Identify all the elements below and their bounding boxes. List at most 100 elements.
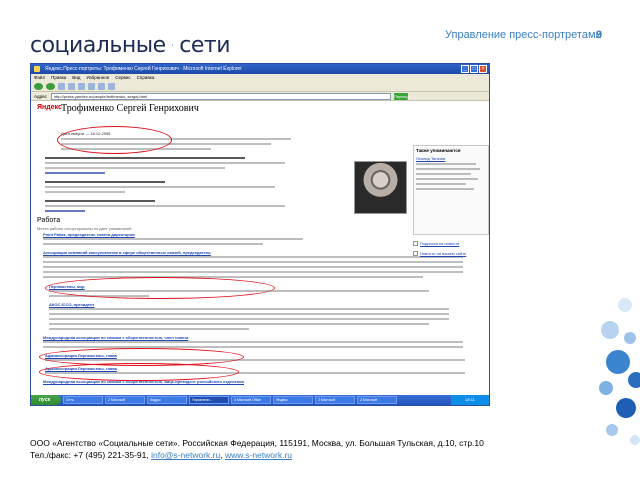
contact-footer: ООО «Агентство «Социальные сети». Россий… — [30, 437, 590, 461]
text-line — [416, 178, 478, 181]
text-line — [43, 341, 463, 344]
presentation-slide: социальные сети Управление пресс-портрет… — [0, 0, 640, 480]
taskbar-item[interactable]: 2 Microsoft — [105, 396, 145, 404]
menu-edit[interactable]: Правка — [51, 74, 66, 81]
menu-view[interactable]: Вид — [72, 74, 80, 81]
work-entry[interactable]: Point Pakaz, председатель совета директо… — [43, 232, 135, 237]
address-input[interactable]: http://press.yandex.ru/people/trofimenko… — [50, 92, 391, 100]
work-entry[interactable]: Международная ассоциация по связям с общ… — [43, 335, 188, 340]
text-line — [43, 256, 463, 259]
text-line — [45, 181, 165, 184]
menu-favorites[interactable]: Избранное — [86, 74, 109, 81]
taskbar-item[interactable]: 2 Microsoft — [315, 396, 355, 404]
text-line — [416, 168, 480, 171]
print-icon[interactable] — [108, 82, 115, 90]
text-line — [416, 173, 471, 176]
text-line — [43, 266, 463, 269]
logo-person-icon — [171, 44, 174, 46]
favorites-icon[interactable] — [98, 82, 105, 90]
taskbar-item[interactable]: 4 Microsoft Office — [231, 396, 271, 404]
close-button[interactable]: × — [479, 65, 487, 73]
work-entry[interactable]: АКОС ICCO, президент — [49, 302, 94, 307]
browser-window: Яндекс.Пресс-портреты: Трофименко Сергей… — [30, 63, 490, 406]
text-line — [49, 318, 449, 321]
menu-help[interactable]: Справка — [137, 74, 155, 81]
taskbar-clock: 18:11 — [451, 395, 489, 405]
mail-icon — [413, 241, 418, 247]
taskbar-item[interactable]: Кадры — [147, 396, 187, 404]
email-link[interactable]: info@s-network.ru — [151, 450, 220, 460]
minimize-button[interactable]: _ — [461, 65, 469, 73]
logo-word-left: социальные — [30, 32, 166, 58]
forward-icon[interactable] — [46, 82, 55, 90]
text-line — [45, 191, 125, 194]
section-heading-work: Работа — [37, 217, 61, 224]
text-line — [45, 167, 225, 170]
logo-word-right: сети — [179, 32, 230, 58]
highlight-oval-date — [57, 126, 172, 154]
menu-file[interactable]: Файл — [34, 74, 45, 81]
news-on-site-label: Новости на вашем сайте — [420, 251, 467, 256]
person-portrait-image — [354, 161, 407, 214]
contact-line: Тел./факс: +7 (495) 221-35-91, info@s-ne… — [30, 449, 590, 461]
windows-taskbar: пуск Сеть 2 Microsoft Кадры Управлени...… — [31, 395, 489, 405]
refresh-icon[interactable] — [68, 82, 75, 90]
text-line — [45, 157, 245, 160]
work-entry[interactable]: Ассоциация компаний консультантов в сфер… — [43, 250, 211, 255]
company-address: ООО «Агентство «Социальные сети». Россий… — [30, 438, 484, 448]
start-button[interactable]: пуск — [31, 395, 61, 405]
web-page-content: Яндекс Трофименко Сергей Генрихович Дата… — [31, 101, 489, 389]
subscribe-news-label: Подписка на новости — [420, 241, 460, 246]
highlight-oval-head-2 — [39, 363, 239, 381]
browser-titlebar: Яндекс.Пресс-портреты: Трофименко Сергей… — [31, 64, 489, 74]
taskbar-item[interactable]: 2 Microsoft — [357, 396, 397, 404]
text-line — [49, 323, 429, 326]
text-line — [43, 261, 463, 264]
text-line — [416, 183, 466, 186]
related-persons-title: Также упоминаются — [416, 148, 461, 153]
text-line[interactable] — [45, 172, 105, 175]
subscribe-news-link[interactable]: Подписка на новости — [413, 241, 460, 247]
related-persons-box: Также упоминаются Леонид Тягачев — [413, 145, 489, 235]
text-line — [416, 163, 476, 166]
text-line — [45, 200, 155, 203]
text-line — [43, 271, 463, 274]
text-line — [49, 308, 449, 311]
slide-number: 9 — [596, 29, 603, 41]
address-bar: Адрес http://press.yandex.ru/people/trof… — [31, 92, 489, 101]
text-line — [45, 205, 285, 208]
person-name-heading: Трофименко Сергей Генрихович — [61, 103, 199, 114]
browser-window-title: Яндекс.Пресс-портреты: Трофименко Сергей… — [45, 66, 242, 72]
news-on-site-link[interactable]: Новости на вашем сайте — [413, 251, 467, 257]
taskbar-item[interactable]: Яндекс — [273, 396, 313, 404]
text-line — [49, 313, 449, 316]
ie-icon — [34, 66, 40, 72]
website-link[interactable]: www.s-network.ru — [225, 450, 292, 460]
text-line[interactable] — [45, 210, 85, 213]
home-icon[interactable] — [78, 82, 85, 90]
go-button[interactable]: Переход — [393, 92, 410, 100]
browser-toolbar — [31, 81, 489, 92]
taskbar-item[interactable]: Сеть — [63, 396, 103, 404]
text-line — [416, 188, 474, 191]
decorative-bubbles — [599, 298, 640, 445]
yandex-logo[interactable]: Яндекс — [37, 104, 62, 111]
text-line — [45, 186, 275, 189]
phone-fax: Тел./факс: +7 (495) 221-35-91, — [30, 450, 152, 460]
related-person-link[interactable]: Леонид Тягачев — [416, 156, 445, 161]
highlight-oval-mayor — [45, 277, 275, 299]
section-subtitle: Места работы отсортированы по дате упоми… — [37, 226, 132, 231]
taskbar-item[interactable]: Управлени... — [189, 396, 229, 404]
text-line — [43, 238, 303, 241]
menu-tools[interactable]: Сервис — [115, 74, 130, 81]
slide-title: Управление пресс-портретами — [445, 29, 602, 41]
address-label: Адрес — [34, 93, 47, 99]
maximize-button[interactable]: □ — [470, 65, 478, 73]
text-line — [43, 243, 263, 246]
text-line — [49, 328, 249, 331]
browser-menubar: Файл Правка Вид Избранное Сервис Справка — [31, 74, 489, 81]
back-icon[interactable] — [34, 82, 43, 90]
stop-icon[interactable] — [58, 82, 65, 90]
search-icon[interactable] — [88, 82, 95, 90]
text-line — [45, 162, 285, 165]
